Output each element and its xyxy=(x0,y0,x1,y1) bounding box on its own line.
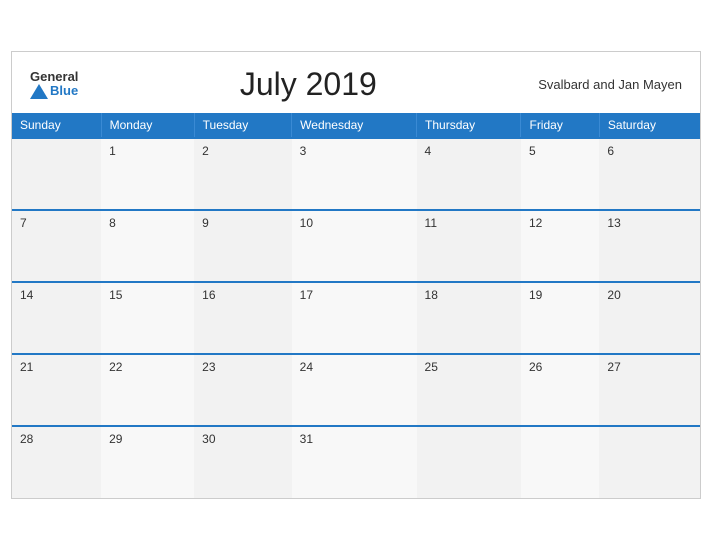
day-number: 15 xyxy=(109,288,122,302)
day-number: 28 xyxy=(20,432,33,446)
calendar-header: General Blue July 2019 Svalbard and Jan … xyxy=(12,52,700,113)
calendar-cell: 17 xyxy=(292,282,417,354)
calendar-cell: 29 xyxy=(101,426,194,498)
week-row-4: 21 22 23 24 25 26 27 xyxy=(12,354,700,426)
day-number: 23 xyxy=(202,360,215,374)
calendar-cell: 28 xyxy=(12,426,101,498)
calendar-cell: 7 xyxy=(12,210,101,282)
day-number: 2 xyxy=(202,144,209,158)
calendar-cell: 15 xyxy=(101,282,194,354)
calendar-cell: 23 xyxy=(194,354,292,426)
day-number: 29 xyxy=(109,432,122,446)
calendar-cell: 22 xyxy=(101,354,194,426)
logo-general-text: General xyxy=(30,70,78,84)
calendar-cell xyxy=(12,138,101,210)
calendar-cell: 5 xyxy=(521,138,599,210)
day-number: 20 xyxy=(607,288,620,302)
day-number: 18 xyxy=(425,288,438,302)
calendar-cell: 26 xyxy=(521,354,599,426)
day-number: 11 xyxy=(425,216,437,230)
day-number: 17 xyxy=(300,288,313,302)
logo-blue-row: Blue xyxy=(30,84,78,99)
week-row-3: 14 15 16 17 18 19 20 xyxy=(12,282,700,354)
region-label: Svalbard and Jan Mayen xyxy=(538,77,682,92)
calendar-cell: 13 xyxy=(599,210,700,282)
calendar-cell: 18 xyxy=(417,282,521,354)
calendar-cell: 31 xyxy=(292,426,417,498)
day-number: 16 xyxy=(202,288,215,302)
calendar-cell: 12 xyxy=(521,210,599,282)
calendar-grid: SundayMondayTuesdayWednesdayThursdayFrid… xyxy=(12,113,700,498)
calendar-cell xyxy=(521,426,599,498)
calendar-cell: 11 xyxy=(417,210,521,282)
day-number: 7 xyxy=(20,216,27,230)
calendar-cell: 2 xyxy=(194,138,292,210)
day-number: 12 xyxy=(529,216,542,230)
calendar-cell: 19 xyxy=(521,282,599,354)
day-number: 22 xyxy=(109,360,122,374)
day-number: 4 xyxy=(425,144,432,158)
day-header-wednesday: Wednesday xyxy=(292,113,417,138)
week-row-2: 7 8 9 10 11 12 13 xyxy=(12,210,700,282)
calendar-cell: 4 xyxy=(417,138,521,210)
day-number: 24 xyxy=(300,360,313,374)
day-header-friday: Friday xyxy=(521,113,599,138)
day-headers-row: SundayMondayTuesdayWednesdayThursdayFrid… xyxy=(12,113,700,138)
day-number: 8 xyxy=(109,216,116,230)
day-header-saturday: Saturday xyxy=(599,113,700,138)
week-row-5: 28 29 30 31 xyxy=(12,426,700,498)
calendar-container: General Blue July 2019 Svalbard and Jan … xyxy=(11,51,701,499)
day-header-thursday: Thursday xyxy=(417,113,521,138)
day-number: 6 xyxy=(607,144,614,158)
day-header-sunday: Sunday xyxy=(12,113,101,138)
calendar-cell: 6 xyxy=(599,138,700,210)
day-number: 31 xyxy=(300,432,313,446)
day-number: 25 xyxy=(425,360,438,374)
calendar-cell: 1 xyxy=(101,138,194,210)
calendar-cell: 14 xyxy=(12,282,101,354)
day-number: 10 xyxy=(300,216,313,230)
logo: General Blue xyxy=(30,70,78,99)
calendar-cell: 8 xyxy=(101,210,194,282)
day-number: 19 xyxy=(529,288,542,302)
day-number: 9 xyxy=(202,216,209,230)
day-number: 21 xyxy=(20,360,33,374)
calendar-cell xyxy=(599,426,700,498)
day-number: 26 xyxy=(529,360,542,374)
day-number: 3 xyxy=(300,144,307,158)
day-number: 13 xyxy=(607,216,620,230)
calendar-cell: 30 xyxy=(194,426,292,498)
day-number: 14 xyxy=(20,288,33,302)
day-number: 27 xyxy=(607,360,620,374)
week-row-1: 1 2 3 4 5 6 xyxy=(12,138,700,210)
day-header-monday: Monday xyxy=(101,113,194,138)
day-number: 5 xyxy=(529,144,536,158)
calendar-cell: 20 xyxy=(599,282,700,354)
day-header-tuesday: Tuesday xyxy=(194,113,292,138)
calendar-cell: 25 xyxy=(417,354,521,426)
day-number: 30 xyxy=(202,432,215,446)
calendar-cell: 16 xyxy=(194,282,292,354)
calendar-cell: 3 xyxy=(292,138,417,210)
calendar-cell: 21 xyxy=(12,354,101,426)
calendar-cell: 27 xyxy=(599,354,700,426)
logo-triangle-icon xyxy=(30,84,48,99)
calendar-cell: 9 xyxy=(194,210,292,282)
calendar-cell: 24 xyxy=(292,354,417,426)
calendar-cell: 10 xyxy=(292,210,417,282)
logo-blue-text: Blue xyxy=(50,84,78,98)
day-number: 1 xyxy=(109,144,116,158)
calendar-title: July 2019 xyxy=(78,66,538,103)
calendar-cell xyxy=(417,426,521,498)
